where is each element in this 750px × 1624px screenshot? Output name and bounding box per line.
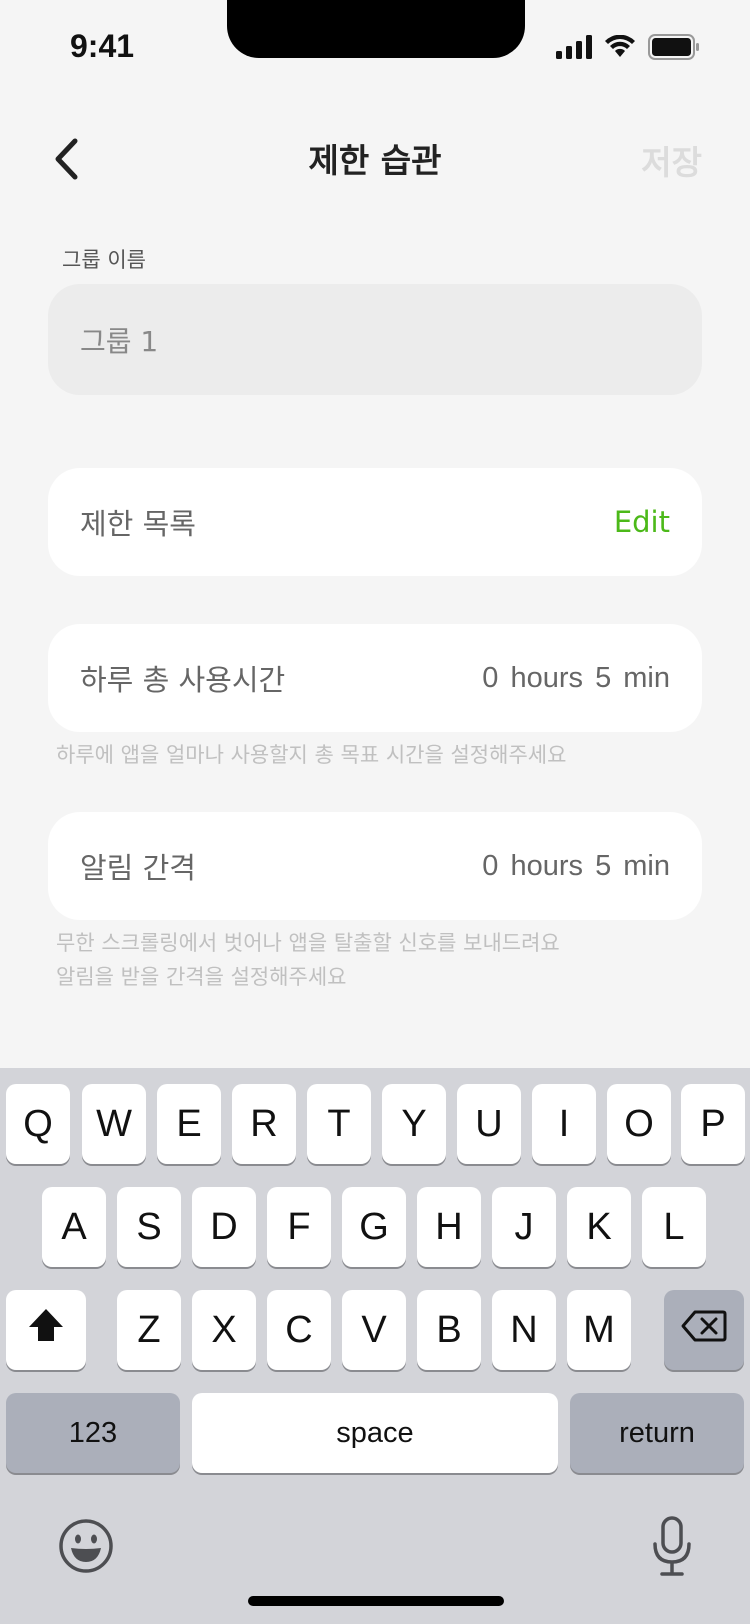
alert-interval-hint-line2: 알림을 받을 간격을 설정해주세요	[56, 965, 347, 989]
key-y[interactable]: Y	[382, 1084, 446, 1164]
shift-key[interactable]	[6, 1290, 86, 1370]
key-r[interactable]: R	[232, 1084, 296, 1164]
key-v[interactable]: V	[342, 1290, 406, 1370]
emoji-icon	[58, 1519, 114, 1578]
key-p[interactable]: P	[681, 1084, 745, 1164]
key-d[interactable]: D	[192, 1187, 256, 1267]
restriction-list-card[interactable]: 제한 목록 Edit	[48, 468, 702, 576]
return-key[interactable]: return	[570, 1393, 744, 1473]
key-e[interactable]: E	[157, 1084, 221, 1164]
key-g[interactable]: G	[342, 1187, 406, 1267]
key-u[interactable]: U	[457, 1084, 521, 1164]
space-key[interactable]: space	[192, 1393, 558, 1473]
signal-icon	[556, 35, 592, 63]
key-h[interactable]: H	[417, 1187, 481, 1267]
key-f[interactable]: F	[267, 1187, 331, 1267]
key-c[interactable]: C	[267, 1290, 331, 1370]
key-s[interactable]: S	[117, 1187, 181, 1267]
daily-total-card[interactable]: 하루 총 사용시간 0 hours 5 min	[48, 624, 702, 732]
key-x[interactable]: X	[192, 1290, 256, 1370]
key-a[interactable]: A	[42, 1187, 106, 1267]
key-t[interactable]: T	[307, 1084, 371, 1164]
alert-interval-value[interactable]: 0 hours 5 min	[482, 850, 670, 883]
alert-interval-label: 알림 간격	[80, 851, 196, 885]
battery-icon	[648, 34, 700, 64]
key-z[interactable]: Z	[117, 1290, 181, 1370]
backspace-key[interactable]	[664, 1290, 744, 1370]
key-o[interactable]: O	[607, 1084, 671, 1164]
save-button[interactable]: 저장	[641, 136, 702, 184]
status-icons	[556, 34, 700, 64]
daily-total-label: 하루 총 사용시간	[80, 663, 286, 697]
daily-total-hint: 하루에 앱을 얼마나 사용할지 총 목표 시간을 설정해주세요	[56, 743, 567, 767]
key-k[interactable]: K	[567, 1187, 631, 1267]
device-notch	[227, 0, 525, 58]
daily-total-value[interactable]: 0 hours 5 min	[482, 662, 670, 695]
emoji-button[interactable]	[58, 1518, 114, 1574]
key-j[interactable]: J	[492, 1187, 556, 1267]
page-title: 제한 습관	[308, 141, 442, 180]
key-m[interactable]: M	[567, 1290, 631, 1370]
group-name-input[interactable]: 그룹 1	[48, 284, 702, 395]
alert-interval-hint-line1: 무한 스크롤링에서 벗어나 앱을 탈출할 신호를 보내드려요	[56, 931, 560, 955]
alert-interval-card[interactable]: 알림 간격 0 hours 5 min	[48, 812, 702, 920]
home-indicator	[248, 1596, 504, 1606]
microphone-button[interactable]	[652, 1516, 692, 1578]
restriction-list-label: 제한 목록	[80, 507, 196, 541]
keyboard: Q W E R T Y U I O P A S D F G H J K L Z …	[0, 1068, 750, 1624]
key-i[interactable]: I	[532, 1084, 596, 1164]
key-b[interactable]: B	[417, 1290, 481, 1370]
key-q[interactable]: Q	[6, 1084, 70, 1164]
group-name-value: 그룹 1	[80, 324, 159, 358]
microphone-icon	[652, 1516, 692, 1582]
wifi-icon	[604, 34, 636, 63]
group-name-label: 그룹 이름	[62, 248, 146, 272]
edit-button[interactable]: Edit	[614, 505, 670, 539]
key-w[interactable]: W	[82, 1084, 146, 1164]
status-time: 9:41	[70, 28, 135, 64]
key-n[interactable]: N	[492, 1290, 556, 1370]
backspace-icon	[681, 1309, 727, 1352]
numbers-key[interactable]: 123	[6, 1393, 180, 1473]
shift-icon	[27, 1307, 65, 1353]
key-l[interactable]: L	[642, 1187, 706, 1267]
